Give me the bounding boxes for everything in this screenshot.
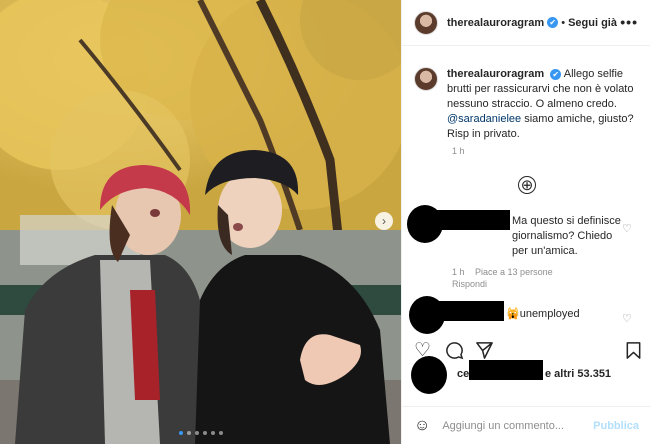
share-svg [476, 342, 493, 359]
avatar[interactable] [414, 67, 438, 91]
redacted-username [469, 360, 543, 380]
post-header: therealauroragram ✔ • Segui già ••• [402, 0, 650, 46]
carousel-dot [186, 431, 191, 435]
likes-prefix: ce [457, 368, 470, 380]
comment-body: unemployed [519, 308, 580, 320]
redacted-avatar [411, 356, 447, 394]
carousel-dot [178, 431, 183, 435]
comment-likes-count[interactable]: Piace a 13 persone [475, 267, 553, 277]
comment-bubble-svg [446, 342, 464, 360]
plus-circle-icon: ⊕ [520, 176, 534, 194]
verified-badge-icon: ✔ [550, 69, 562, 80]
emoji-picker-icon[interactable]: ☺ [414, 417, 430, 435]
like-comment-heart-icon[interactable]: ♡ [622, 222, 632, 235]
save-bookmark-icon[interactable] [625, 341, 642, 365]
carousel-next-button[interactable]: › [375, 212, 393, 230]
bookmark-svg [626, 342, 641, 359]
post-photo[interactable]: › [0, 0, 401, 444]
carousel-dot [202, 431, 207, 435]
caption-mention-link[interactable]: @saradanielee [447, 113, 521, 125]
redacted-username [438, 301, 504, 321]
comment-composer: ☺ Pubblica [402, 406, 650, 444]
photo-scene [0, 0, 401, 444]
post-side-panel: therealauroragram ✔ • Segui già ••• ther… [401, 0, 650, 444]
comment-text: Ma questo si definisce giornalismo? Chie… [512, 215, 621, 257]
separator-dot: • [561, 16, 566, 29]
likes-summary[interactable]: ce [457, 368, 469, 380]
comment-bubble-icon[interactable] [445, 341, 464, 365]
reply-button[interactable]: Rispondi [452, 279, 487, 289]
redacted-username [436, 210, 510, 230]
carousel-dot [194, 431, 199, 435]
comment-time: 1 h [452, 267, 465, 277]
caption-username[interactable]: therealauroragram [447, 68, 544, 80]
post-username[interactable]: therealauroragram [447, 17, 544, 29]
following-button[interactable]: Segui già [568, 17, 617, 29]
verified-badge-icon: ✔ [547, 17, 559, 28]
caption-text: therealauroragram ✔ Allego selfie brutti… [447, 67, 639, 142]
more-options-icon[interactable]: ••• [620, 14, 638, 30]
comment-text: 🙀unemployed [506, 307, 580, 320]
comment-input[interactable] [442, 419, 583, 432]
avatar[interactable] [414, 10, 438, 35]
carousel-dot [210, 431, 215, 435]
carousel-indicator [0, 431, 401, 435]
likes-count[interactable]: e altri 53.351 [545, 368, 611, 380]
load-more-comments-button[interactable]: ⊕ [518, 176, 536, 194]
like-comment-heart-icon[interactable]: ♡ [622, 312, 632, 325]
carousel-dot [218, 431, 223, 435]
caption-timestamp: 1 h [452, 146, 465, 156]
post-caption: therealauroragram ✔ Allego selfie brutti… [414, 67, 639, 142]
publish-button[interactable]: Pubblica [593, 420, 639, 432]
comment-meta: 1 h Piace a 13 persone [452, 267, 561, 277]
chevron-right-icon: › [382, 214, 386, 228]
scream-cat-emoji: 🙀 [506, 308, 520, 320]
